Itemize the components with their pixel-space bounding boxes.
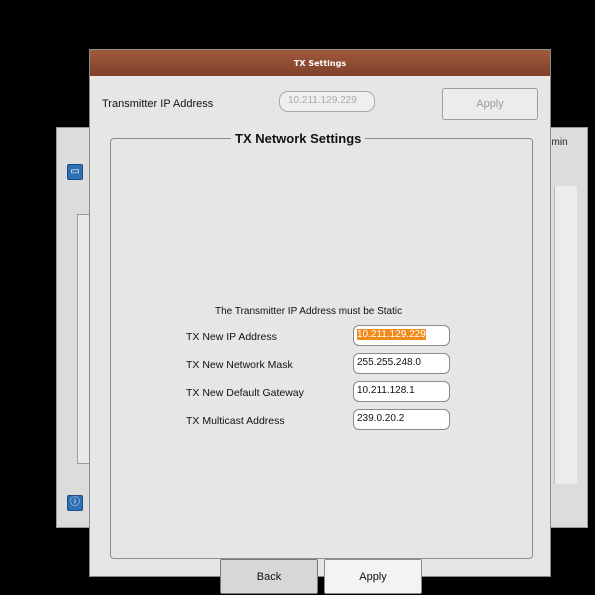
transmitter-ip-field: 10.211.129.229 xyxy=(279,91,375,112)
network-mask-input[interactable]: 255.255.248.0 xyxy=(353,353,450,374)
new-ip-input[interactable]: 10.211.129.229 xyxy=(353,325,450,346)
transmitter-ip-value: 10.211.129.229 xyxy=(288,95,357,106)
multicast-address-input[interactable]: 239.0.20.2 xyxy=(353,409,450,430)
static-ip-note: The Transmitter IP Address must be Stati… xyxy=(215,306,403,317)
dialog-title: TX Settings xyxy=(293,58,347,68)
back-button[interactable]: Back xyxy=(220,559,318,594)
apply-label: Apply xyxy=(359,570,387,583)
network-settings-title: TX Network Settings xyxy=(235,131,362,146)
network-settings-group: TX Network Settings The Transmitter IP A… xyxy=(110,131,533,594)
apply-ip-button[interactable]: Apply xyxy=(442,88,538,120)
new-ip-label: TX New IP Address xyxy=(186,331,277,343)
back-label: Back xyxy=(256,570,282,583)
background-scroll-area xyxy=(554,186,577,484)
window-icon[interactable]: ▭ xyxy=(67,164,83,180)
default-gateway-value: 10.211.128.1 xyxy=(357,385,415,396)
default-gateway-label: TX New Default Gateway xyxy=(186,387,304,399)
screen: dmin ▭ ⓘ TX Settings Transmitter IP Addr… xyxy=(10,10,588,594)
multicast-address-label: TX Multicast Address xyxy=(186,415,285,427)
apply-ip-label: Apply xyxy=(476,98,504,110)
apply-button[interactable]: Apply xyxy=(324,559,422,594)
network-mask-value: 255.255.248.0 xyxy=(357,357,421,368)
info-icon[interactable]: ⓘ xyxy=(67,495,83,511)
transmitter-ip-label: Transmitter IP Address xyxy=(102,98,214,110)
multicast-address-value: 239.0.20.2 xyxy=(357,413,405,424)
network-mask-label: TX New Network Mask xyxy=(186,359,293,371)
dialog-titlebar[interactable]: TX Settings xyxy=(90,50,550,76)
tx-settings-dialog: TX Settings Transmitter IP Address 10.21… xyxy=(89,49,551,594)
default-gateway-input[interactable]: 10.211.128.1 xyxy=(353,381,450,402)
new-ip-value: 10.211.129.229 xyxy=(357,329,426,340)
